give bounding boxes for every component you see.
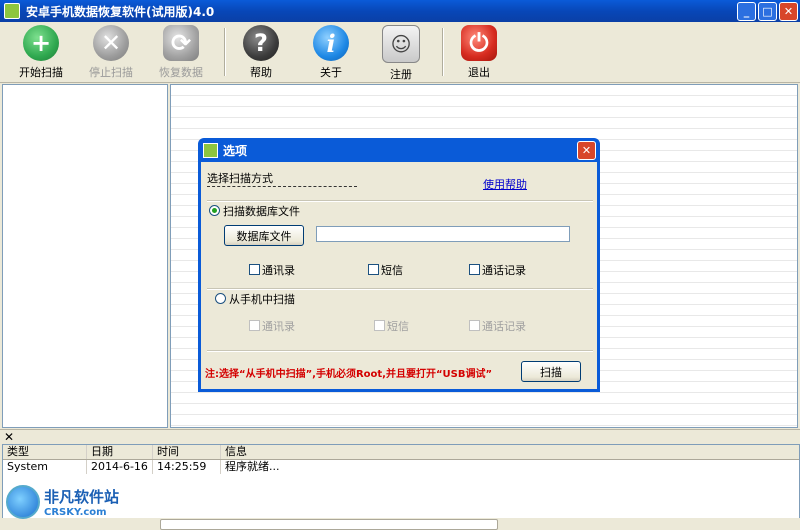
exit-button[interactable]: ⏻ 退出 <box>448 25 510 79</box>
col-type[interactable]: 类型 <box>3 445 87 459</box>
divider <box>207 288 593 290</box>
scan-method-label: 选择扫描方式 <box>207 172 273 185</box>
checkbox-icon <box>374 320 385 331</box>
divider <box>207 350 593 352</box>
about-button[interactable]: i 关于 <box>300 25 362 79</box>
root-note: 注:选择“从手机中扫描”,手机必须Root,并且要打开“USB调试” <box>205 369 493 380</box>
check-db-call-log-label: 通话记录 <box>482 264 526 277</box>
plus-icon: + <box>23 25 59 61</box>
col-date[interactable]: 日期 <box>87 445 153 459</box>
cell-date: 2014-6-16 <box>87 460 153 474</box>
app-icon <box>203 142 218 158</box>
dialog-title-bar: 选项 ✕ <box>198 138 600 162</box>
x-circle-icon: ✕ <box>93 25 129 61</box>
file-tree-panel[interactable] <box>2 84 168 428</box>
info-icon: i <box>313 25 349 61</box>
refresh-icon: ⟳ <box>163 25 199 61</box>
watermark-cn: 非凡软件站 <box>44 488 120 506</box>
col-time[interactable]: 时间 <box>153 445 221 459</box>
exit-label: 退出 <box>468 66 490 79</box>
check-db-contacts[interactable]: 通讯录 <box>249 262 295 278</box>
cell-type: System <box>3 460 87 474</box>
check-db-contacts-label: 通讯录 <box>262 264 295 277</box>
check-db-sms[interactable]: 短信 <box>368 262 403 278</box>
question-icon: ? <box>243 25 279 61</box>
status-field <box>160 519 498 530</box>
window-title: 安卓手机数据恢复软件(试用版)4.0 <box>26 4 215 19</box>
start-scan-button[interactable]: + 开始扫描 <box>10 25 72 79</box>
table-row[interactable]: System 2014-6-16 14:25:59 程序就绪... <box>3 460 799 474</box>
crsky-logo-icon <box>6 485 40 519</box>
check-phone-call-log[interactable]: 通话记录 <box>469 318 526 334</box>
stop-scan-button[interactable]: ✕ 停止扫描 <box>80 25 142 79</box>
checkbox-icon <box>249 320 260 331</box>
check-phone-call-log-label: 通话记录 <box>482 320 526 333</box>
help-button[interactable]: ? 帮助 <box>230 25 292 79</box>
dialog-body: 选择扫描方式 使用帮助 扫描数据库文件 数据库文件 通讯录 短信 通话记录 从手… <box>201 162 597 389</box>
divider <box>207 186 357 187</box>
options-dialog: 选项 ✕ 选择扫描方式 使用帮助 扫描数据库文件 数据库文件 通讯录 短信 通话… <box>198 138 600 392</box>
radio-scan-db-label: 扫描数据库文件 <box>223 205 300 218</box>
toolbar: + 开始扫描 ✕ 停止扫描 ⟳ 恢复数据 ? 帮助 i 关于 ☺ 注册 ⏻ 退出 <box>0 22 800 83</box>
db-file-button[interactable]: 数据库文件 <box>224 225 304 246</box>
restore-data-button[interactable]: ⟳ 恢复数据 <box>150 25 212 79</box>
radio-unselected-icon <box>215 293 226 304</box>
log-bar: ✕ <box>0 429 800 444</box>
radio-selected-icon <box>209 205 220 216</box>
title-bar: 安卓手机数据恢复软件(试用版)4.0 _ □ ✕ <box>0 0 800 22</box>
about-label: 关于 <box>320 66 342 79</box>
power-icon: ⏻ <box>461 25 497 61</box>
log-header: 类型 日期 时间 信息 <box>3 445 799 460</box>
divider <box>207 200 593 202</box>
register-button[interactable]: ☺ 注册 <box>370 25 432 81</box>
app-icon <box>4 3 20 19</box>
radio-scan-db[interactable]: 扫描数据库文件 <box>209 203 300 219</box>
check-db-sms-label: 短信 <box>381 264 403 277</box>
radio-scan-phone-label: 从手机中扫描 <box>229 293 295 306</box>
cell-time: 14:25:59 <box>153 460 221 474</box>
dialog-close-button[interactable]: ✕ <box>577 141 596 160</box>
minimize-button[interactable]: _ <box>737 2 756 21</box>
checkbox-icon <box>469 320 480 331</box>
help-link[interactable]: 使用帮助 <box>483 176 527 192</box>
checkbox-icon <box>368 264 379 275</box>
dialog-title: 选项 <box>223 143 248 158</box>
check-phone-contacts[interactable]: 通讯录 <box>249 318 295 334</box>
check-phone-sms[interactable]: 短信 <box>374 318 409 334</box>
watermark-text: 非凡软件站 CRSKY.com <box>44 486 119 518</box>
checkbox-icon <box>469 264 480 275</box>
scan-button[interactable]: 扫描 <box>521 361 581 382</box>
restore-data-label: 恢复数据 <box>159 66 203 79</box>
close-button[interactable]: ✕ <box>779 2 798 21</box>
user-icon: ☺ <box>382 25 420 63</box>
start-scan-label: 开始扫描 <box>19 66 63 79</box>
register-label: 注册 <box>390 68 412 81</box>
stop-scan-label: 停止扫描 <box>89 66 133 79</box>
log-close-button[interactable]: ✕ <box>4 430 14 444</box>
col-info[interactable]: 信息 <box>221 445 799 459</box>
watermark: 非凡软件站 CRSKY.com <box>6 480 136 524</box>
toolbar-separator <box>224 28 226 76</box>
maximize-button[interactable]: □ <box>758 2 777 21</box>
cell-info: 程序就绪... <box>225 460 280 473</box>
radio-scan-phone[interactable]: 从手机中扫描 <box>215 291 295 307</box>
check-phone-contacts-label: 通讯录 <box>262 320 295 333</box>
toolbar-separator <box>442 28 444 76</box>
help-label: 帮助 <box>250 66 272 79</box>
window-controls: _ □ ✕ <box>737 2 798 21</box>
check-db-call-log[interactable]: 通话记录 <box>469 262 526 278</box>
checkbox-icon <box>249 264 260 275</box>
watermark-en: CRSKY.com <box>44 507 107 518</box>
check-phone-sms-label: 短信 <box>387 320 409 333</box>
db-path-input[interactable] <box>316 226 570 242</box>
